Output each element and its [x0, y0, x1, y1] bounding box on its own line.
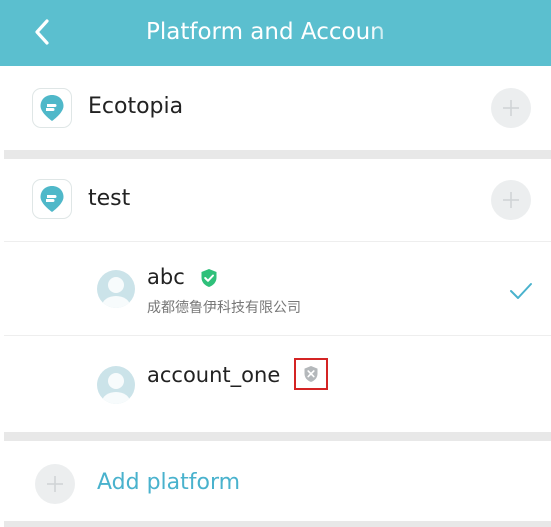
avatar	[97, 366, 135, 404]
verified-shield-icon	[201, 269, 217, 287]
unverified-shield-icon	[304, 366, 318, 382]
platform-row-ecotopia[interactable]: Ecotopia	[0, 66, 551, 150]
platform-and-account-screen: Platform and Accoun Ecotopia test abc 成都…	[0, 0, 551, 527]
section-separator	[4, 432, 551, 441]
add-account-button[interactable]	[491, 180, 531, 220]
account-row-abc[interactable]: abc 成都德鲁伊科技有限公司	[0, 242, 551, 335]
add-platform-label[interactable]: Add platform	[97, 470, 240, 495]
unverified-badge-highlight[interactable]	[294, 358, 328, 390]
location-pin-icon	[40, 95, 64, 121]
bottom-separator	[4, 521, 551, 527]
platform-name: Ecotopia	[88, 94, 184, 119]
company-name: 成都德鲁伊科技有限公司	[147, 300, 301, 316]
title-fade	[370, 0, 410, 66]
add-account-button[interactable]	[491, 88, 531, 128]
page-title: Platform and Accoun	[146, 19, 385, 45]
back-button[interactable]	[22, 10, 62, 54]
chevron-left-icon	[35, 19, 49, 45]
plus-icon	[47, 476, 63, 492]
platform-app-icon	[32, 179, 72, 219]
user-avatar-icon	[102, 277, 130, 308]
location-pin-icon	[40, 186, 64, 212]
checkmark-icon	[510, 283, 532, 299]
user-avatar-icon	[102, 373, 130, 404]
header-bar: Platform and Accoun	[0, 0, 551, 66]
account-row-account-one[interactable]: account_one	[0, 336, 551, 432]
section-separator	[4, 150, 551, 159]
account-name: account_one	[147, 363, 281, 387]
plus-icon	[503, 100, 519, 116]
add-platform-row[interactable]: Add platform	[0, 441, 551, 521]
platform-name: test	[88, 186, 131, 211]
add-platform-button[interactable]	[35, 464, 75, 504]
platform-app-icon	[32, 88, 72, 128]
account-name: abc	[147, 265, 185, 289]
platform-row-test[interactable]: test	[0, 159, 551, 241]
avatar	[97, 270, 135, 308]
plus-icon	[503, 192, 519, 208]
